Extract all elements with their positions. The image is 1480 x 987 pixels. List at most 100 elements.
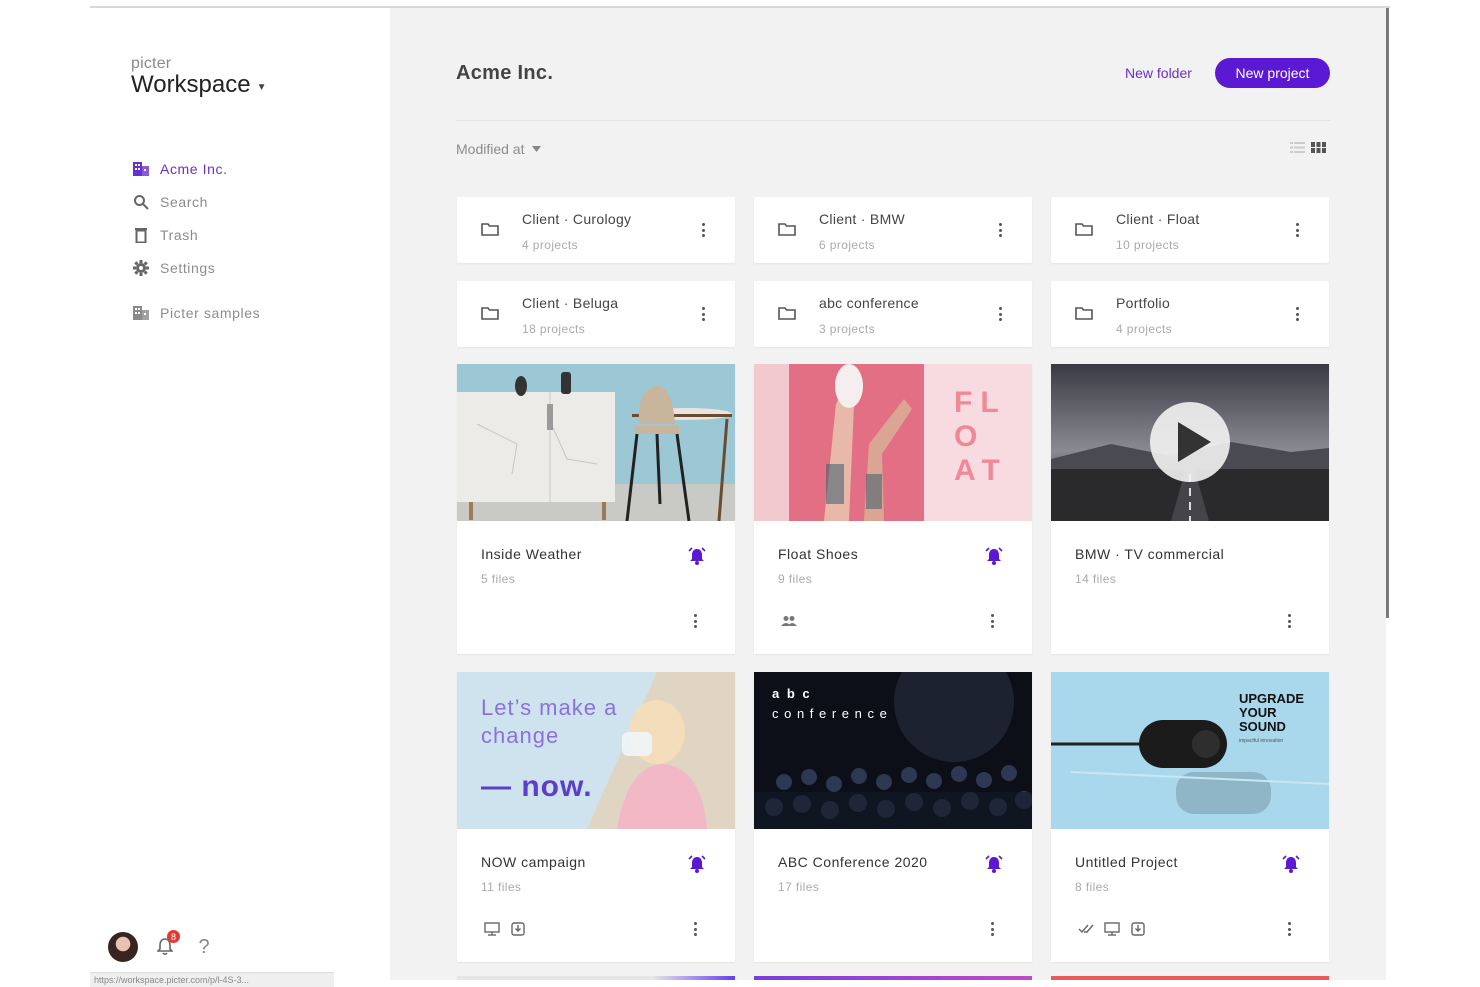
notifications-button[interactable]: 8 — [152, 930, 180, 960]
project-card[interactable]: UPGRADE YOUR SOUND impactful innovation … — [1051, 672, 1329, 962]
header-divider — [456, 120, 1330, 121]
thumbnail-upgrade-text: UPGRADE — [1239, 691, 1305, 706]
folder-card[interactable]: Client · Curology 4 projects — [457, 197, 735, 263]
thumbnail-headline-line3: — now. — [481, 770, 593, 803]
more-options-icon[interactable] — [982, 611, 1002, 631]
folder-count: 4 projects — [522, 238, 579, 252]
view-toggle — [1290, 141, 1326, 154]
help-button[interactable]: ? — [192, 936, 216, 959]
more-options-icon[interactable] — [990, 304, 1010, 324]
folder-icon — [778, 223, 796, 236]
folder-card[interactable]: Portfolio 4 projects — [1051, 281, 1329, 347]
monitor-icon — [1103, 920, 1121, 938]
caret-down-icon — [532, 146, 542, 152]
grid-view-icon[interactable] — [1311, 141, 1326, 154]
building-icon — [132, 304, 150, 322]
workspace-name: Workspace — [131, 71, 251, 98]
project-name: NOW campaign — [481, 854, 586, 870]
sidebar-item-acme[interactable]: Acme Inc. — [132, 152, 260, 185]
thumbnail-abc-text: a b c — [772, 686, 812, 701]
new-project-button[interactable]: New project — [1215, 58, 1330, 88]
sidebar-nav: Acme Inc. Search Trash Settings Picter s… — [132, 152, 260, 329]
thumbnail-float-text: FLOAT — [954, 386, 1008, 487]
more-options-icon[interactable] — [982, 919, 1002, 939]
folder-name: Client · Float — [1116, 211, 1200, 227]
project-card[interactable]: Inside Weather 5 files — [457, 364, 735, 654]
thumbnail-sound-text: SOUND — [1239, 719, 1286, 734]
folder-name: Client · BMW — [819, 211, 906, 227]
project-name: Float Shoes — [778, 546, 859, 562]
browser-status-url: https://workspace.picter.com/p/l-4S-3... — [90, 972, 334, 987]
alarm-bell-icon[interactable] — [1281, 854, 1301, 874]
search-icon — [132, 193, 150, 211]
alarm-bell-icon[interactable] — [687, 546, 707, 566]
folder-count: 4 projects — [1116, 322, 1173, 336]
download-icon — [509, 920, 527, 938]
folder-icon — [1075, 223, 1093, 236]
project-thumbnail: FLOAT — [754, 364, 1032, 521]
trash-icon — [132, 226, 150, 244]
more-options-icon[interactable] — [990, 220, 1010, 240]
people-icon — [780, 612, 798, 630]
sidebar-item-search[interactable]: Search — [132, 185, 260, 218]
folder-card[interactable]: Client · Float 10 projects — [1051, 197, 1329, 263]
project-name: ABC Conference 2020 — [778, 854, 928, 870]
project-card[interactable]: a b c c o n f e r e n c e ABC Conference… — [754, 672, 1032, 962]
project-card-peek — [1051, 976, 1329, 980]
workspace-switcher[interactable]: Workspace ▼ — [131, 71, 267, 99]
alarm-bell-icon[interactable] — [984, 546, 1004, 566]
folder-name: Portfolio — [1116, 295, 1171, 311]
more-options-icon[interactable] — [1279, 611, 1299, 631]
project-name: BMW · TV commercial — [1075, 546, 1225, 562]
project-status-icons — [1077, 920, 1147, 938]
project-file-count: 5 files — [481, 572, 516, 586]
sort-dropdown[interactable]: Modified at — [456, 141, 542, 157]
project-card[interactable]: FLOAT Float Shoes 9 files — [754, 364, 1032, 654]
sidebar-item-label: Picter samples — [160, 304, 261, 321]
folder-count: 6 projects — [819, 238, 876, 252]
sidebar-item-label: Search — [160, 193, 208, 210]
project-card-peek — [754, 976, 1032, 980]
more-options-icon[interactable] — [693, 220, 713, 240]
project-file-count: 8 files — [1075, 880, 1110, 894]
more-options-icon[interactable] — [1287, 304, 1307, 324]
more-options-icon[interactable] — [685, 611, 705, 631]
notifications-badge: 8 — [167, 930, 180, 943]
building-icon — [132, 160, 150, 178]
sidebar-item-label: Trash — [160, 226, 199, 243]
thumbnail-your-text: YOUR — [1239, 705, 1277, 720]
scrollbar-thumb[interactable] — [1386, 8, 1389, 618]
project-card[interactable]: BMW · TV commercial 14 files — [1051, 364, 1329, 654]
avatar[interactable] — [108, 932, 138, 962]
folder-card[interactable]: Client · Beluga 18 projects — [457, 281, 735, 347]
sidebar-item-settings[interactable]: Settings — [132, 251, 260, 284]
more-options-icon[interactable] — [693, 304, 713, 324]
folder-icon — [1075, 307, 1093, 320]
project-file-count: 14 files — [1075, 572, 1117, 586]
sidebar-item-trash[interactable]: Trash — [132, 218, 260, 251]
project-status-icons — [483, 920, 527, 938]
download-icon — [1129, 920, 1147, 938]
folder-name: Client · Curology — [522, 211, 632, 227]
sidebar-footer: 8 ? — [108, 930, 216, 962]
thumbnail-conference-text: c o n f e r e n c e — [772, 706, 888, 721]
project-thumbnail — [1051, 364, 1329, 521]
folder-name: abc conference — [819, 295, 919, 311]
sidebar-item-picter-samples[interactable]: Picter samples — [132, 296, 260, 329]
list-view-icon[interactable] — [1290, 141, 1305, 154]
new-folder-button[interactable]: New folder — [1125, 65, 1192, 81]
project-card[interactable]: Let’s make a change — now. NOW campaign … — [457, 672, 735, 962]
more-options-icon[interactable] — [685, 919, 705, 939]
more-options-icon[interactable] — [1287, 220, 1307, 240]
project-thumbnail — [457, 364, 735, 521]
alarm-bell-icon[interactable] — [687, 854, 707, 874]
more-options-icon[interactable] — [1279, 919, 1299, 939]
folder-card[interactable]: Client · BMW 6 projects — [754, 197, 1032, 263]
folder-card[interactable]: abc conference 3 projects — [754, 281, 1032, 347]
alarm-bell-icon[interactable] — [984, 854, 1004, 874]
thumbnail-headline-line2: change — [481, 723, 560, 748]
project-file-count: 9 files — [778, 572, 813, 586]
double-check-icon — [1077, 920, 1095, 938]
sort-label: Modified at — [456, 141, 525, 157]
project-status-icons — [780, 612, 798, 630]
